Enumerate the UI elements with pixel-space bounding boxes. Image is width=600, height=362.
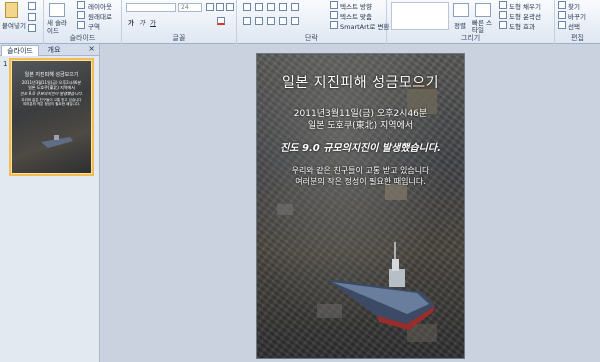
- slide-line-appeal[interactable]: 여러분의 작은 정성이 필요한 때입니다.: [257, 176, 464, 187]
- ribbon: 붙여넣기 새 슬라이드 레이아웃 원래대로 구역 슬라이드 24 가 가 가 글…: [0, 0, 600, 44]
- slide-title[interactable]: 일본 지진피해 성금모으기: [257, 72, 464, 92]
- background-photo: [277, 78, 437, 342]
- thumb-line5: 여러분의 작은 정성이 필요한 때입니다.: [22, 102, 81, 106]
- reset-icon: [77, 11, 85, 19]
- bullets-icon[interactable]: [243, 3, 251, 11]
- drawing-group: 정렬 빠른 스타일 도형 채우기 도형 윤곽선 도형 효과 그리기: [387, 0, 555, 44]
- line-spacing-icon[interactable]: [291, 3, 299, 11]
- select-button[interactable]: 선택: [568, 21, 580, 31]
- quick-styles-icon[interactable]: [475, 3, 491, 17]
- slides-panel: 슬라이드 개요 × 1 일본 지진피해 성금모으기 2011년3월11일(금) …: [0, 44, 100, 362]
- grow-font-icon[interactable]: [206, 3, 214, 11]
- section-button[interactable]: 구역: [88, 21, 100, 31]
- layout-button[interactable]: 레이아웃: [88, 1, 112, 11]
- slide-line-friends[interactable]: 우리와 같은 친구들이 고통 받고 있습니다: [257, 165, 464, 176]
- shrink-font-icon[interactable]: [216, 3, 224, 11]
- italic-button[interactable]: 가: [139, 17, 145, 27]
- smartart-icon: [330, 21, 338, 29]
- align-right-icon[interactable]: [267, 17, 275, 25]
- font-group: 24 가 가 가 글꼴: [122, 0, 237, 44]
- new-slide-icon[interactable]: [49, 3, 65, 17]
- columns-icon[interactable]: [291, 17, 299, 25]
- justify-icon[interactable]: [279, 17, 287, 25]
- tab-outline[interactable]: 개요: [42, 45, 66, 56]
- slides-group: 새 슬라이드 레이아웃 원래대로 구역 슬라이드: [44, 0, 122, 44]
- editing-group: 찾기 바꾸기 선택 편집: [555, 0, 600, 44]
- thumb-line3: 진도 9.0 규모의지진이 발생했습니다.: [20, 91, 83, 96]
- shapes-gallery[interactable]: [391, 2, 449, 30]
- replace-button[interactable]: 바꾸기: [568, 11, 586, 21]
- slide-line-magnitude[interactable]: 진도 9.0 규모의지진이 발생했습니다.: [257, 139, 464, 154]
- font-color-icon[interactable]: [217, 17, 225, 25]
- underline-button[interactable]: 가: [150, 17, 156, 27]
- decrease-indent-icon[interactable]: [267, 3, 275, 11]
- arrange-icon[interactable]: [453, 3, 469, 17]
- tab-slides[interactable]: 슬라이드: [1, 45, 39, 56]
- shape-outline-icon: [499, 11, 507, 19]
- copy-icon[interactable]: [28, 13, 36, 21]
- font-name-combo[interactable]: [126, 3, 176, 12]
- font-size-combo[interactable]: 24: [178, 3, 202, 12]
- shape-effects-button[interactable]: 도형 효과: [509, 21, 535, 31]
- slide-canvas[interactable]: 일본 지진피해 성금모으기 2011년3월11일(금) 오후2시46분 일본 도…: [256, 53, 465, 359]
- shape-effects-icon: [499, 21, 507, 29]
- numbering-icon[interactable]: [255, 3, 263, 11]
- increase-indent-icon[interactable]: [279, 3, 287, 11]
- thumbnail-image: 일본 지진피해 성금모으기 2011년3월11일(금) 오후2시46분 일본 도…: [12, 61, 91, 173]
- shape-outline-button[interactable]: 도형 윤곽선: [509, 11, 541, 21]
- find-icon: [558, 1, 566, 9]
- ship-icon: [327, 242, 435, 330]
- find-button[interactable]: 찾기: [568, 1, 580, 11]
- reset-button[interactable]: 원래대로: [88, 11, 112, 21]
- replace-icon: [558, 11, 566, 19]
- text-direction-button[interactable]: 텍스트 방향: [340, 1, 372, 11]
- editing-group-label: 편집: [571, 34, 584, 42]
- paragraph-group: 텍스트 방향 텍스트 맞춤 SmartArt로 변환 단락: [237, 0, 389, 44]
- text-direction-icon: [330, 1, 338, 9]
- slide-thumbnail[interactable]: 일본 지진피해 성금모으기 2011년3월11일(금) 오후2시46분 일본 도…: [9, 58, 94, 176]
- slide-editing-area: 일본 지진피해 성금모으기 2011년3월11일(금) 오후2시46분 일본 도…: [101, 44, 600, 362]
- align-center-icon[interactable]: [255, 17, 263, 25]
- paste-icon[interactable]: [5, 2, 18, 18]
- cut-icon[interactable]: [28, 2, 36, 10]
- drawing-group-label: 그리기: [460, 34, 481, 42]
- paragraph-group-label: 단락: [305, 34, 318, 42]
- panel-tabs: 슬라이드 개요 ×: [0, 44, 99, 56]
- slide-number: 1: [3, 60, 8, 68]
- quick-styles-button[interactable]: 빠른 스타일: [472, 20, 496, 34]
- select-icon: [558, 21, 566, 29]
- shape-fill-button[interactable]: 도형 채우기: [509, 1, 541, 11]
- format-painter-icon[interactable]: [28, 24, 36, 32]
- layout-icon: [77, 1, 85, 9]
- font-group-label: 글꼴: [172, 34, 186, 42]
- align-text-button[interactable]: 텍스트 맞춤: [340, 11, 372, 21]
- bold-button[interactable]: 가: [128, 17, 134, 27]
- slide-line-region[interactable]: 일본 도호쿠(東北) 지역에서: [257, 118, 464, 131]
- thumb-ship-image: [41, 135, 73, 148]
- slides-group-label: 슬라이드: [69, 34, 96, 42]
- shape-fill-icon: [499, 1, 507, 9]
- smartart-button[interactable]: SmartArt로 변환: [340, 21, 389, 31]
- clear-format-icon[interactable]: [226, 3, 234, 11]
- align-left-icon[interactable]: [243, 17, 251, 25]
- panel-close-icon[interactable]: ×: [88, 44, 95, 53]
- align-text-icon: [330, 11, 338, 19]
- thumb-title: 일본 지진피해 성금모으기: [24, 72, 79, 78]
- paste-button[interactable]: 붙여넣기: [2, 20, 26, 30]
- section-icon: [77, 21, 85, 29]
- arrange-button[interactable]: 정렬: [454, 20, 466, 30]
- clipboard-group: 붙여넣기: [0, 0, 44, 44]
